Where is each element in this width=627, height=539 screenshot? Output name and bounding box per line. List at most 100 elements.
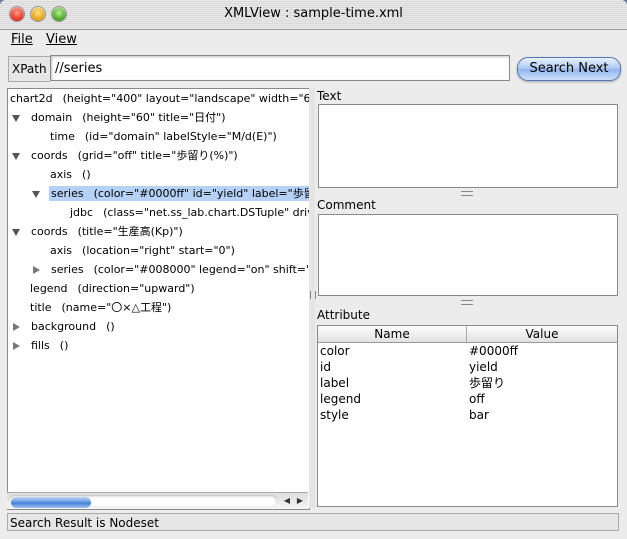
expanded-triangle-icon[interactable] <box>12 114 20 122</box>
menu-view-label: View <box>46 32 77 47</box>
search-next-button[interactable]: Search Next <box>517 57 621 81</box>
tree-node-chart2d[interactable]: chart2d (height="400" layout="landscape" … <box>8 90 309 108</box>
element-attributes: (grid="off" title="歩留り(%)") <box>77 149 238 162</box>
menu-view[interactable]: View <box>46 32 77 47</box>
tree-node-title[interactable]: title (name="〇×△工程") <box>8 299 309 317</box>
tree-node-label: title (name="〇×△工程") <box>28 300 173 315</box>
scroll-track[interactable] <box>9 495 277 508</box>
tree-node-label: axis (location="right" start="0") <box>48 243 237 258</box>
scroll-right-icon[interactable]: ▶ <box>293 494 307 507</box>
attribute-panel-label: Attribute <box>317 308 370 322</box>
element-attributes: (name="〇×△工程") <box>61 301 172 314</box>
element-name: series <box>51 187 84 200</box>
tree-node-label: series (color="#008000" legend="on" shift… <box>49 262 309 277</box>
element-attributes: (height="60" title="日付") <box>82 111 226 124</box>
attribute-value-cell: 歩留り <box>469 376 506 390</box>
tree-node-legend[interactable]: legend (direction="upward") <box>8 280 309 298</box>
status-text: Search Result is Nodeset <box>7 513 619 531</box>
title-bar[interactable]: XMLView : sample-time.xml <box>0 0 627 30</box>
text-panel-label: Text <box>317 89 342 103</box>
element-attributes: (color="#0000ff" id="yield" label="歩留り <box>93 187 310 200</box>
scroll-left-icon[interactable]: ◀ <box>280 494 294 507</box>
scroll-thumb[interactable] <box>11 497 91 508</box>
attribute-row[interactable]: legend off <box>318 391 617 407</box>
element-name: fills <box>31 339 50 352</box>
tree-horizontal-scrollbar[interactable]: ◀ ▶ <box>7 492 308 509</box>
tree-node-fills[interactable]: fills () <box>8 337 309 355</box>
tree-node-axis[interactable]: axis () <box>8 166 309 184</box>
text-panel-splitter[interactable] <box>318 189 618 197</box>
tree-node-label: chart2d (height="400" layout="landscape" … <box>8 91 309 106</box>
attribute-row[interactable]: id yield <box>318 359 617 375</box>
attribute-value-cell: bar <box>469 408 489 422</box>
attribute-name-cell: color <box>320 344 350 358</box>
attribute-value-cell: yield <box>469 360 498 374</box>
column-header-value[interactable]: Value <box>467 326 617 343</box>
tree-node-label: coords (grid="off" title="歩留り(%)") <box>29 148 240 163</box>
element-name: background <box>31 320 97 333</box>
element-name: time <box>50 130 75 143</box>
tree-node-label: series (color="#0000ff" id="yield" label=… <box>49 186 310 201</box>
comment-area[interactable] <box>318 214 618 296</box>
attribute-name-cell: label <box>320 376 350 390</box>
app-window: XMLView : sample-time.xml File View XPat… <box>0 0 627 539</box>
collapsed-triangle-icon[interactable] <box>33 266 40 274</box>
tree-node-label: axis () <box>48 167 93 182</box>
tree-node-background[interactable]: background () <box>8 318 309 336</box>
element-attributes: (direction="upward") <box>77 282 195 295</box>
element-attributes: (class="net.ss_lab.chart.DSTuple" drive <box>103 206 310 219</box>
element-name: axis <box>50 244 73 257</box>
attribute-name-cell: id <box>320 360 331 374</box>
tree-node-label: background () <box>29 319 117 334</box>
element-name: series <box>51 263 84 276</box>
text-area[interactable] <box>318 104 618 188</box>
tree-node-label: legend (direction="upward") <box>28 281 197 296</box>
tree-node-label: coords (title="生産高(Kp)") <box>29 224 185 239</box>
element-name: axis <box>50 168 73 181</box>
tree-node-label: time (id="domain" labelStyle="M/d(E)") <box>48 129 279 144</box>
collapsed-triangle-icon[interactable] <box>13 323 20 331</box>
attribute-table[interactable]: Name Value color #0000ff id yield label 歩留り le… <box>317 325 618 507</box>
tree-node-coords[interactable]: coords (title="生産高(Kp)") <box>8 223 309 241</box>
xpath-bar: XPath //series Search Next <box>0 52 627 86</box>
splitter-grip-icon[interactable] <box>310 291 316 299</box>
xpath-label: XPath <box>8 56 50 82</box>
xml-tree[interactable]: chart2d (height="400" layout="landscape" … <box>7 88 310 510</box>
attribute-value-cell: off <box>469 392 485 406</box>
tree-node-axis[interactable]: axis (location="right" start="0") <box>8 242 309 260</box>
attribute-row[interactable]: style bar <box>318 407 617 423</box>
column-header-name[interactable]: Name <box>318 326 467 343</box>
comment-panel-splitter[interactable] <box>318 298 618 306</box>
attribute-value-cell: #0000ff <box>469 344 518 358</box>
expanded-triangle-icon[interactable] <box>12 228 20 236</box>
tree-node-coords[interactable]: coords (grid="off" title="歩留り(%)") <box>8 147 309 165</box>
expanded-triangle-icon[interactable] <box>32 190 40 198</box>
element-attributes: (id="domain" labelStyle="M/d(E)") <box>84 130 277 143</box>
tree-node-time[interactable]: time (id="domain" labelStyle="M/d(E)") <box>8 128 309 146</box>
tree-node-jdbc[interactable]: jdbc (class="net.ss_lab.chart.DSTuple" dr… <box>8 204 309 222</box>
tree-node-domain[interactable]: domain (height="60" title="日付") <box>8 109 309 127</box>
element-attributes: () <box>59 339 69 352</box>
element-attributes: (location="right" start="0") <box>82 244 235 257</box>
element-name: legend <box>30 282 68 295</box>
element-name: coords <box>31 149 68 162</box>
element-name: title <box>30 301 52 314</box>
window-title: XMLView : sample-time.xml <box>224 6 403 21</box>
element-name: chart2d <box>10 92 53 105</box>
tree-node-series[interactable]: series (color="#008000" legend="on" shift… <box>8 261 309 279</box>
menu-file[interactable]: File <box>11 32 33 47</box>
attribute-row[interactable]: label 歩留り <box>318 375 617 391</box>
collapsed-triangle-icon[interactable] <box>13 342 20 350</box>
tree-node-label: domain (height="60" title="日付") <box>29 110 228 125</box>
element-attributes: (title="生産高(Kp)") <box>77 225 183 238</box>
element-name: domain <box>31 111 73 124</box>
expanded-triangle-icon[interactable] <box>12 152 20 160</box>
element-name: jdbc <box>70 206 94 219</box>
xpath-input[interactable]: //series <box>50 55 510 81</box>
menu-file-label: File <box>11 32 33 47</box>
attribute-row[interactable]: color #0000ff <box>318 343 617 359</box>
comment-panel-label: Comment <box>317 198 376 212</box>
vertical-splitter[interactable] <box>309 88 316 508</box>
status-bar: Search Result is Nodeset <box>0 511 627 539</box>
tree-node-series[interactable]: series (color="#0000ff" id="yield" label=… <box>8 185 309 203</box>
